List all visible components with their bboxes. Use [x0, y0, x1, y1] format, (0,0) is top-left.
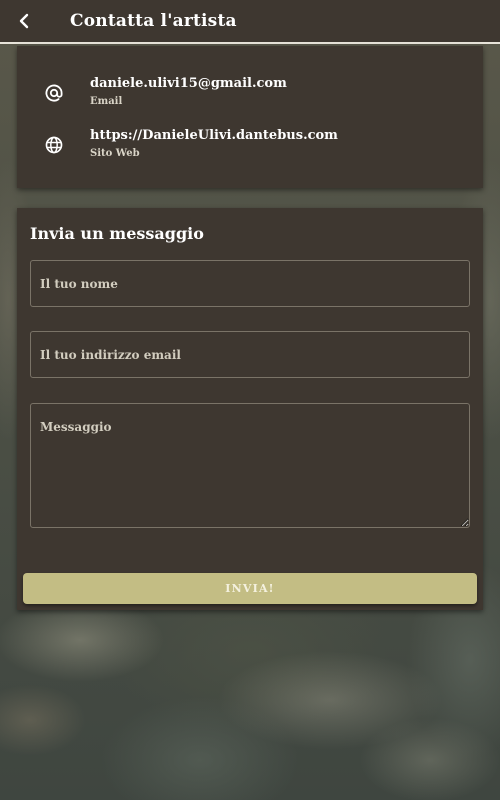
- page-title: Contatta l'artista: [70, 11, 237, 31]
- contact-email-caption: Email: [90, 96, 123, 107]
- at-sign-icon: [43, 82, 65, 104]
- message-textarea[interactable]: [30, 403, 470, 528]
- message-form-card: Invia un messaggio INVIA!: [17, 208, 483, 610]
- name-input[interactable]: [30, 260, 470, 307]
- chevron-left-icon: [19, 13, 29, 29]
- globe-icon: [43, 134, 65, 156]
- contact-email-value: daniele.ulivi15@gmail.com: [90, 76, 287, 91]
- send-button[interactable]: INVIA!: [23, 573, 477, 604]
- back-button[interactable]: [0, 0, 48, 43]
- contact-website-caption: Sito Web: [90, 148, 140, 159]
- contact-info-card: daniele.ulivi15@gmail.com Email https://…: [17, 46, 483, 188]
- message-form-title: Invia un messaggio: [30, 224, 204, 243]
- contact-website-value: https://DanieleUlivi.dantebus.com: [90, 128, 338, 143]
- contact-email-row[interactable]: daniele.ulivi15@gmail.com Email: [17, 76, 483, 120]
- email-input[interactable]: [30, 331, 470, 378]
- contact-website-row[interactable]: https://DanieleUlivi.dantebus.com Sito W…: [17, 128, 483, 172]
- app-header: Contatta l'artista: [0, 0, 500, 44]
